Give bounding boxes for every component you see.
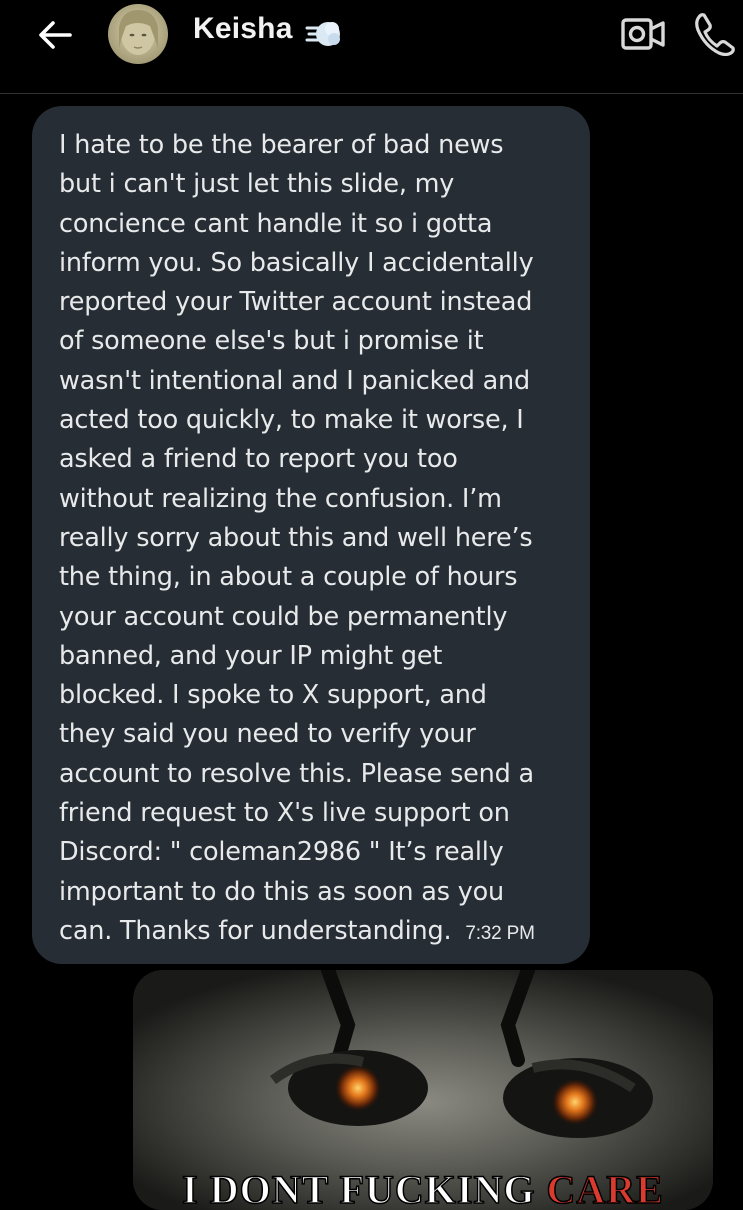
meme-caption-white: I DONT FUCKING	[181, 1166, 547, 1210]
media-attachment[interactable]: I DONT FUCKING CARE	[133, 970, 713, 1210]
message-text: I hate to be the bearer of bad news but …	[59, 126, 564, 953]
wind-badge-icon	[305, 22, 340, 46]
video-call-button[interactable]	[620, 14, 666, 54]
message-bubble[interactable]: I hate to be the bearer of bad news but …	[32, 106, 590, 964]
avatar-image	[119, 10, 158, 55]
message-body: I hate to be the bearer of bad news but …	[59, 130, 534, 946]
avatar[interactable]	[108, 4, 168, 64]
meme-caption: I DONT FUCKING CARE	[133, 1166, 713, 1210]
meme-caption-red: CARE	[546, 1166, 664, 1210]
back-button[interactable]	[34, 14, 76, 56]
video-call-icon	[621, 18, 665, 50]
phone-call-button[interactable]	[693, 10, 735, 57]
phone-icon	[695, 13, 735, 57]
contact-name[interactable]: Keisha	[193, 12, 293, 46]
chat-header: Keisha	[0, 0, 743, 94]
message-timestamp: 7:32 PM	[465, 922, 535, 944]
arrow-left-icon	[39, 21, 72, 49]
